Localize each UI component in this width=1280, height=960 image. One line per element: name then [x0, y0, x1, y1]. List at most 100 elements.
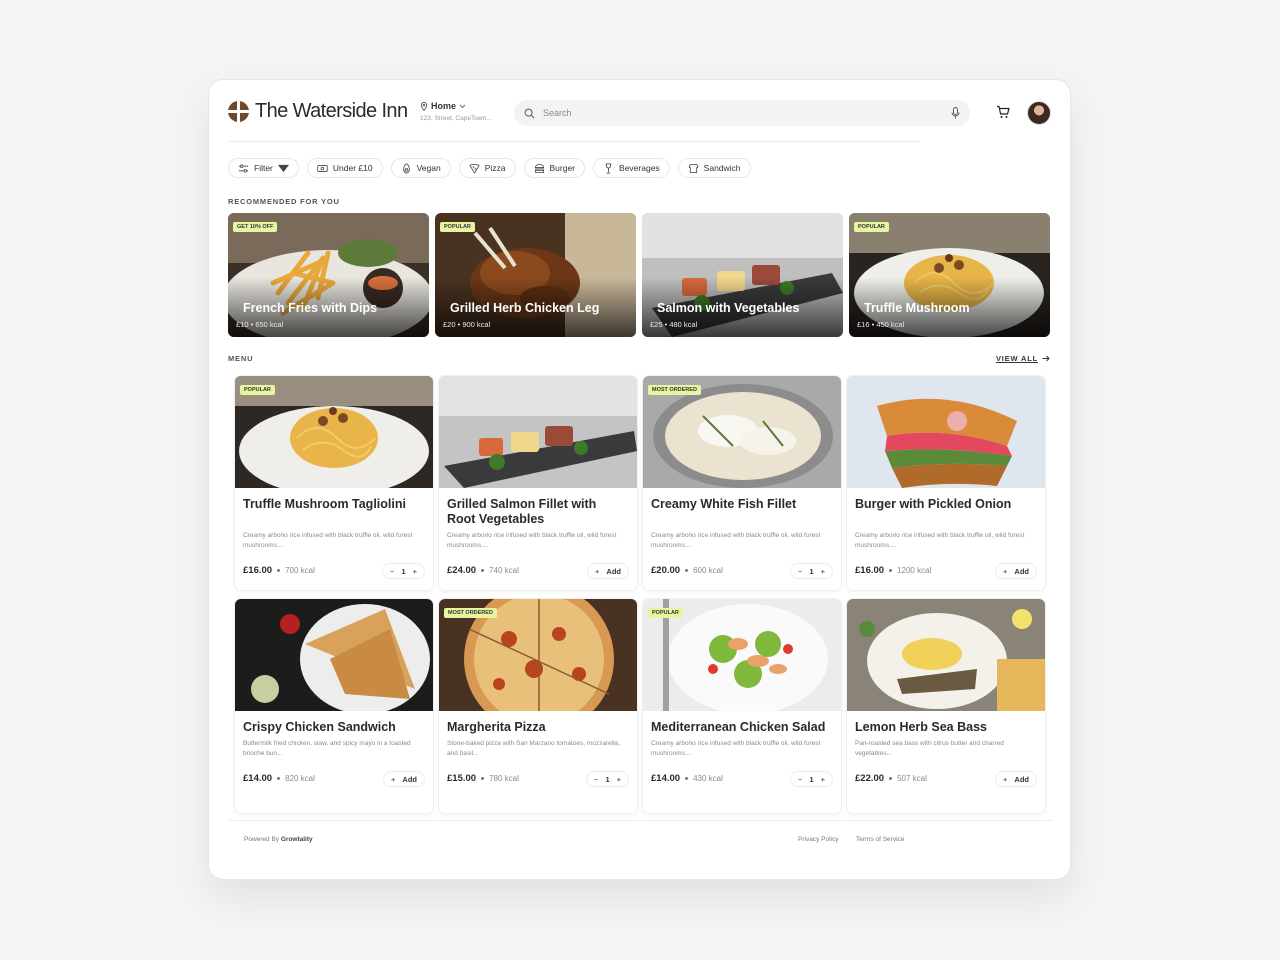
add-button[interactable]: + Add [587, 563, 629, 579]
chip-vegan[interactable]: Vegan [390, 158, 451, 178]
dish-description: Buttermilk fried chicken, slaw, and spic… [243, 740, 411, 757]
quantity-value: 1 [605, 774, 610, 784]
add-button[interactable]: + Add [383, 771, 425, 787]
minus-icon[interactable]: − [798, 567, 802, 576]
filter-chips: Filter Under £10 Vegan Pizza Burger Beve… [228, 158, 751, 178]
dish-title: Burger with Pickled Onion [855, 497, 1012, 511]
popular-badge: POPULAR [648, 608, 683, 618]
minus-icon[interactable]: − [798, 775, 802, 784]
app-window: The Waterside Inn Home 123, Street, Cape… [209, 80, 1070, 879]
recommended-heading: RECOMMENDED FOR YOU [228, 197, 340, 206]
arrow-right-icon [1042, 355, 1050, 362]
plus-icon[interactable]: + [617, 775, 621, 784]
dish-price: £14.00 820 kcal [243, 773, 315, 784]
dish-title: Truffle Mushroom Tagliolini [243, 497, 406, 511]
brand-name: The Waterside Inn [255, 100, 408, 122]
cart-icon[interactable] [996, 105, 1010, 119]
microphone-icon[interactable] [951, 107, 960, 119]
brand-logo-icon [228, 101, 249, 122]
minus-icon[interactable]: − [390, 567, 394, 576]
chip-beverages[interactable]: Beverages [593, 158, 670, 178]
recommended-title: Salmon with Vegetables [657, 301, 800, 315]
terms-of-service-link[interactable]: Terms of Service [856, 836, 904, 843]
chip-label: Beverages [619, 163, 660, 173]
recommended-title: French Fries with Dips [243, 301, 378, 315]
menu-card[interactable]: Crispy Chicken Sandwich Buttermilk fried… [235, 599, 433, 813]
dish-title: Crispy Chicken Sandwich [243, 720, 396, 734]
menu-card[interactable]: MOST ORDERED Margherita Pizza Stone-bake… [439, 599, 637, 813]
chevron-down-icon [459, 104, 466, 108]
location-address: 123, Street, CapeTown... [420, 115, 492, 122]
sandwich-image [235, 599, 433, 711]
menu-card[interactable]: POPULAR Truffle Mushroom Tagliolini Crea… [235, 376, 433, 590]
chip-under-10[interactable]: Under £10 [306, 158, 383, 178]
dish-title: Grilled Salmon Fillet with Root Vegetabl… [447, 497, 597, 526]
avatar[interactable] [1027, 101, 1051, 125]
dish-description: Creamy arborio rice infused with black t… [651, 740, 821, 757]
quantity-stepper[interactable]: −1 + [382, 563, 425, 579]
menu-card[interactable]: POPULAR Mediterranean Chicken Salad Crea… [643, 599, 841, 813]
menu-card[interactable]: Grilled Salmon Fillet with Root Vegetabl… [439, 376, 637, 590]
dish-title: Creamy White Fish Fillet [651, 497, 797, 511]
chip-burger[interactable]: Burger [523, 158, 586, 178]
minus-icon[interactable]: − [594, 775, 598, 784]
search-input[interactable] [543, 108, 951, 118]
menu-card[interactable]: MOST ORDERED Creamy White Fish Fillet Cr… [643, 376, 841, 590]
dish-description: Creamy arborio rice infused with black t… [651, 532, 821, 549]
pizza-icon [469, 163, 480, 173]
recommended-title: Truffle Mushroom [864, 301, 970, 315]
privacy-policy-link[interactable]: Privacy Policy [798, 836, 838, 843]
plus-icon[interactable]: + [821, 567, 825, 576]
quantity-value: 1 [809, 774, 814, 784]
wine-glass-icon [605, 163, 612, 173]
dish-price: £16.00 1200 kcal [855, 565, 932, 576]
location-selector[interactable]: Home 123, Street, CapeTown... [420, 101, 492, 122]
add-button[interactable]: + Add [995, 563, 1037, 579]
menu-heading: MENU [228, 354, 254, 363]
filter-chip[interactable]: Filter [228, 158, 299, 178]
sliders-icon [238, 164, 249, 172]
menu-card[interactable]: Lemon Herb Sea Bass Pan-roasted sea bass… [847, 599, 1045, 813]
dish-price: £24.00 740 kcal [447, 565, 519, 576]
recommended-title: Grilled Herb Chicken Leg [450, 301, 600, 315]
money-icon [317, 164, 328, 172]
footer-divider [228, 820, 1053, 821]
view-all-link[interactable]: VIEW ALL [996, 354, 1050, 363]
dish-description: Pan-roasted sea bass with citrus butter … [855, 740, 1004, 757]
quantity-value: 1 [809, 566, 814, 576]
plus-icon: + [595, 566, 600, 576]
chip-label: Pizza [484, 163, 506, 173]
chip-pizza[interactable]: Pizza [458, 158, 516, 178]
recommended-card[interactable]: POPULAR Grilled Herb Chicken Leg £20 • 9… [435, 213, 636, 337]
header-divider [228, 141, 920, 142]
quantity-stepper[interactable]: −1 + [586, 771, 629, 787]
dish-description: Stone-baked pizza with San Marzano tomat… [447, 740, 621, 757]
recommended-card[interactable]: GET 10% OFF French Fries with Dips £10 •… [228, 213, 429, 337]
promo-badge: GET 10% OFF [233, 222, 278, 232]
dish-price: £15.00 780 kcal [447, 773, 519, 784]
recommended-card[interactable]: POPULAR Truffle Mushroom £16 • 450 kcal [849, 213, 1050, 337]
avocado-icon [402, 163, 410, 173]
chip-label: Filter [254, 163, 273, 173]
chip-sandwich[interactable]: Sandwich [677, 158, 751, 178]
menu-card[interactable]: Burger with Pickled Onion Creamy arborio… [847, 376, 1045, 590]
chip-label: Under £10 [332, 163, 373, 173]
search-icon [524, 108, 535, 118]
plus-icon[interactable]: + [413, 567, 417, 576]
add-button[interactable]: + Add [995, 771, 1037, 787]
popular-badge: POPULAR [440, 222, 475, 232]
dish-title: Lemon Herb Sea Bass [855, 720, 987, 734]
brand[interactable]: The Waterside Inn [228, 100, 408, 123]
dish-price: £16.00 700 kcal [243, 565, 315, 576]
dish-price: £14.00 430 kcal [651, 773, 723, 784]
dish-description: Creamy arborio rice infused with black t… [447, 532, 617, 549]
quantity-stepper[interactable]: −1 + [790, 771, 833, 787]
plus-icon[interactable]: + [821, 775, 825, 784]
chip-label: Vegan [416, 163, 441, 173]
location-pin-icon [420, 101, 428, 111]
caret-down-icon [277, 164, 289, 172]
sandwich-icon [688, 163, 698, 173]
quantity-stepper[interactable]: −1 + [790, 563, 833, 579]
location-label: Home [431, 101, 457, 111]
recommended-card[interactable]: Salmon with Vegetables £25 • 480 kcal [642, 213, 843, 337]
